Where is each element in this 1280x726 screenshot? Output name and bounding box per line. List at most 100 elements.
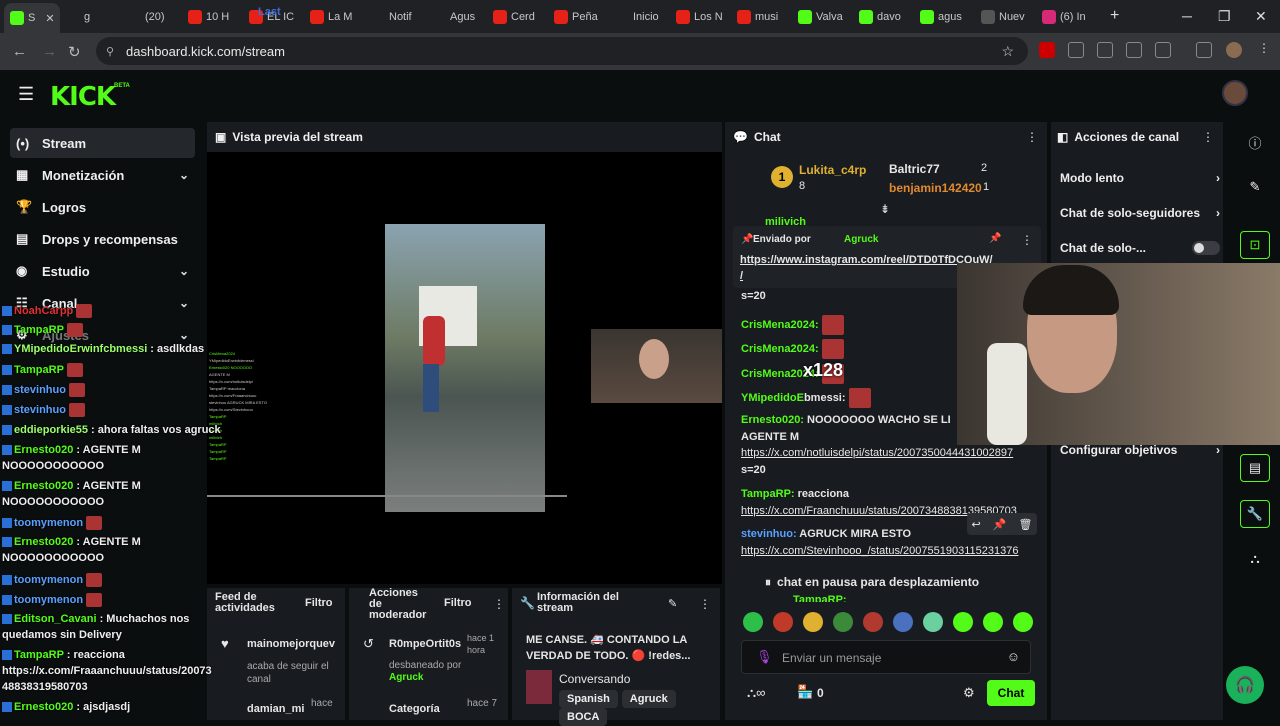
- forward-icon[interactable]: →: [42, 43, 57, 60]
- chat-text[interactable]: https://x.com/notluisdelpi/status/200735…: [741, 447, 1013, 459]
- chat-username[interactable]: CrisMena2024:: [741, 343, 819, 355]
- chat-menu-icon[interactable]: ⋮: [1026, 130, 1038, 144]
- more-icon[interactable]: ⋮: [493, 597, 505, 611]
- send-chat-button[interactable]: Chat: [987, 680, 1035, 706]
- help-headset-icon[interactable]: 🎧: [1226, 666, 1264, 704]
- browser-tab[interactable]: Agus: [426, 4, 487, 30]
- hamburger-icon[interactable]: ☰: [18, 84, 34, 105]
- browser-tab[interactable]: Valva: [792, 4, 853, 30]
- emote-picker-icon[interactable]: [953, 612, 973, 632]
- more-icon[interactable]: ⋮: [699, 597, 711, 611]
- extension-icon[interactable]: [1097, 42, 1113, 58]
- sidebar-item-stream[interactable]: (•) Stream: [10, 128, 195, 158]
- activity-user[interactable]: mainomejorquev: [247, 638, 339, 650]
- browser-tab[interactable]: Peña: [548, 4, 609, 30]
- browser-tab[interactable]: La M: [304, 4, 365, 30]
- channel-actions-menu-icon[interactable]: ⋮: [1202, 130, 1214, 144]
- emote-picker-icon[interactable]: [833, 612, 853, 632]
- dashboard-icon[interactable]: ▤: [1240, 454, 1270, 482]
- emote-picker-icon[interactable]: [743, 612, 763, 632]
- points-icon[interactable]: ⛬∞: [747, 685, 765, 701]
- puzzle-icon[interactable]: [1155, 42, 1171, 58]
- chat-settings-icon[interactable]: ⚙: [963, 685, 975, 701]
- category-name[interactable]: Conversando: [559, 672, 630, 686]
- profile-avatar[interactable]: [1226, 42, 1242, 58]
- site-info-icon[interactable]: ⚲: [106, 45, 114, 58]
- reply-icon[interactable]: ↩: [972, 518, 981, 531]
- sidebar-item-drops[interactable]: ▤ Drops y recompensas: [10, 224, 195, 254]
- collapse-icon[interactable]: ⇟: [880, 202, 890, 216]
- browser-tab[interactable]: g: [60, 4, 121, 30]
- browser-tab[interactable]: S ✕: [4, 3, 60, 33]
- info-icon[interactable]: ⓘ: [1240, 128, 1270, 156]
- store-icon[interactable]: 🏪: [797, 684, 813, 700]
- chat-paused-banner[interactable]: ⏸ chat en pausa para desplazamiento: [765, 570, 1041, 594]
- stream-tag[interactable]: Spanish: [559, 690, 618, 708]
- browser-tab[interactable]: davo: [853, 4, 914, 30]
- sidebar-item-estudio[interactable]: ◉ Estudio ⌄: [10, 256, 195, 286]
- edit-icon[interactable]: ✎: [668, 597, 677, 610]
- pinned-link-suffix[interactable]: /: [740, 270, 743, 282]
- media-icon[interactable]: [1196, 42, 1212, 58]
- subs-only-toggle[interactable]: [1192, 241, 1220, 255]
- browser-tab[interactable]: (20): [121, 4, 182, 30]
- browser-tab[interactable]: agus: [914, 4, 975, 30]
- mod-by[interactable]: Agruck: [389, 672, 423, 683]
- mod-user[interactable]: R0mpeOrtit0s: [389, 638, 461, 650]
- emote-picker-icon[interactable]: [773, 612, 793, 632]
- emote-picker-icon[interactable]: [863, 612, 883, 632]
- close-window-icon[interactable]: ✕: [1255, 8, 1267, 25]
- chevron-down-icon[interactable]: ⌄: [179, 264, 189, 278]
- chevron-down-icon[interactable]: ⌄: [179, 168, 189, 182]
- bookmark-star-icon[interactable]: ☆: [1001, 43, 1014, 60]
- browser-tab[interactable]: Cerd: [487, 4, 548, 30]
- chat-username[interactable]: stevinhuo:: [741, 528, 797, 540]
- message-input[interactable]: 🎙 Enviar un mensaje ☺: [741, 640, 1031, 674]
- activity-filter-button[interactable]: Filtro: [305, 597, 333, 609]
- new-tab-icon[interactable]: +: [1110, 7, 1119, 25]
- sidebar-item-logros[interactable]: 🏆 Logros: [10, 192, 195, 222]
- slow-mode-item[interactable]: Modo lento ›: [1060, 171, 1220, 185]
- followers-only-item[interactable]: Chat de solo-seguidores ›: [1060, 206, 1220, 220]
- kick-logo[interactable]: KICK: [50, 82, 116, 112]
- close-tab-icon[interactable]: ✕: [45, 12, 54, 25]
- camera-target-icon[interactable]: ⊡: [1240, 231, 1270, 259]
- chat-username[interactable]: CrisMena2024:: [741, 319, 819, 331]
- back-icon[interactable]: ←: [12, 43, 27, 60]
- emote-picker-icon[interactable]: [803, 612, 823, 632]
- emote-picker-icon[interactable]: [893, 612, 913, 632]
- stream-tag[interactable]: Agruck: [621, 690, 676, 708]
- browser-tab[interactable]: Los N: [670, 4, 731, 30]
- browser-tab[interactable]: 10 H: [182, 4, 243, 30]
- chevron-down-icon[interactable]: ⌄: [179, 296, 189, 310]
- chat-text[interactable]: https://x.com/Stevinhooo_/status/2007551…: [741, 545, 1018, 557]
- pin-message-icon[interactable]: 📌: [993, 518, 1007, 531]
- chevron-down-icon[interactable]: ⌄: [179, 328, 189, 342]
- url-input[interactable]: ⚲ dashboard.kick.com/stream ☆: [96, 37, 1028, 65]
- category-thumbnail[interactable]: [526, 670, 552, 704]
- chat-username[interactable]: TampaRP:: [793, 594, 847, 602]
- chat-username[interactable]: YMipedidoE: [741, 392, 804, 404]
- connections-icon[interactable]: ⛬: [1240, 545, 1270, 573]
- browser-tab[interactable]: Notif: [365, 4, 426, 30]
- emote-picker-icon[interactable]: [983, 612, 1003, 632]
- delete-icon[interactable]: 🗑: [1018, 518, 1032, 531]
- adblock-icon[interactable]: [1039, 42, 1055, 58]
- pinned-menu-icon[interactable]: ⋮: [1021, 233, 1033, 247]
- browser-tab[interactable]: Nuev: [975, 4, 1036, 30]
- emote-picker-icon[interactable]: [1013, 612, 1033, 632]
- pinned-user[interactable]: Agruck: [844, 234, 878, 245]
- activity-user[interactable]: damian_mi: [247, 703, 304, 715]
- mic-icon[interactable]: 🎙: [756, 649, 773, 665]
- mod-filter-button[interactable]: Filtro: [444, 597, 472, 609]
- extension-icon[interactable]: [1126, 42, 1142, 58]
- subs-only-item[interactable]: Chat de solo-...: [1060, 241, 1220, 255]
- emote-picker-icon[interactable]: [923, 612, 943, 632]
- reload-icon[interactable]: ↻: [68, 43, 81, 61]
- browser-tab[interactable]: Inicio: [609, 4, 670, 30]
- restore-icon[interactable]: ❐: [1218, 8, 1231, 25]
- leader-user[interactable]: Baltric77: [889, 162, 940, 176]
- chat-username[interactable]: Ernesto020:: [741, 414, 804, 426]
- browser-tab[interactable]: musi: [731, 4, 792, 30]
- emoji-icon[interactable]: ☺: [1007, 649, 1020, 664]
